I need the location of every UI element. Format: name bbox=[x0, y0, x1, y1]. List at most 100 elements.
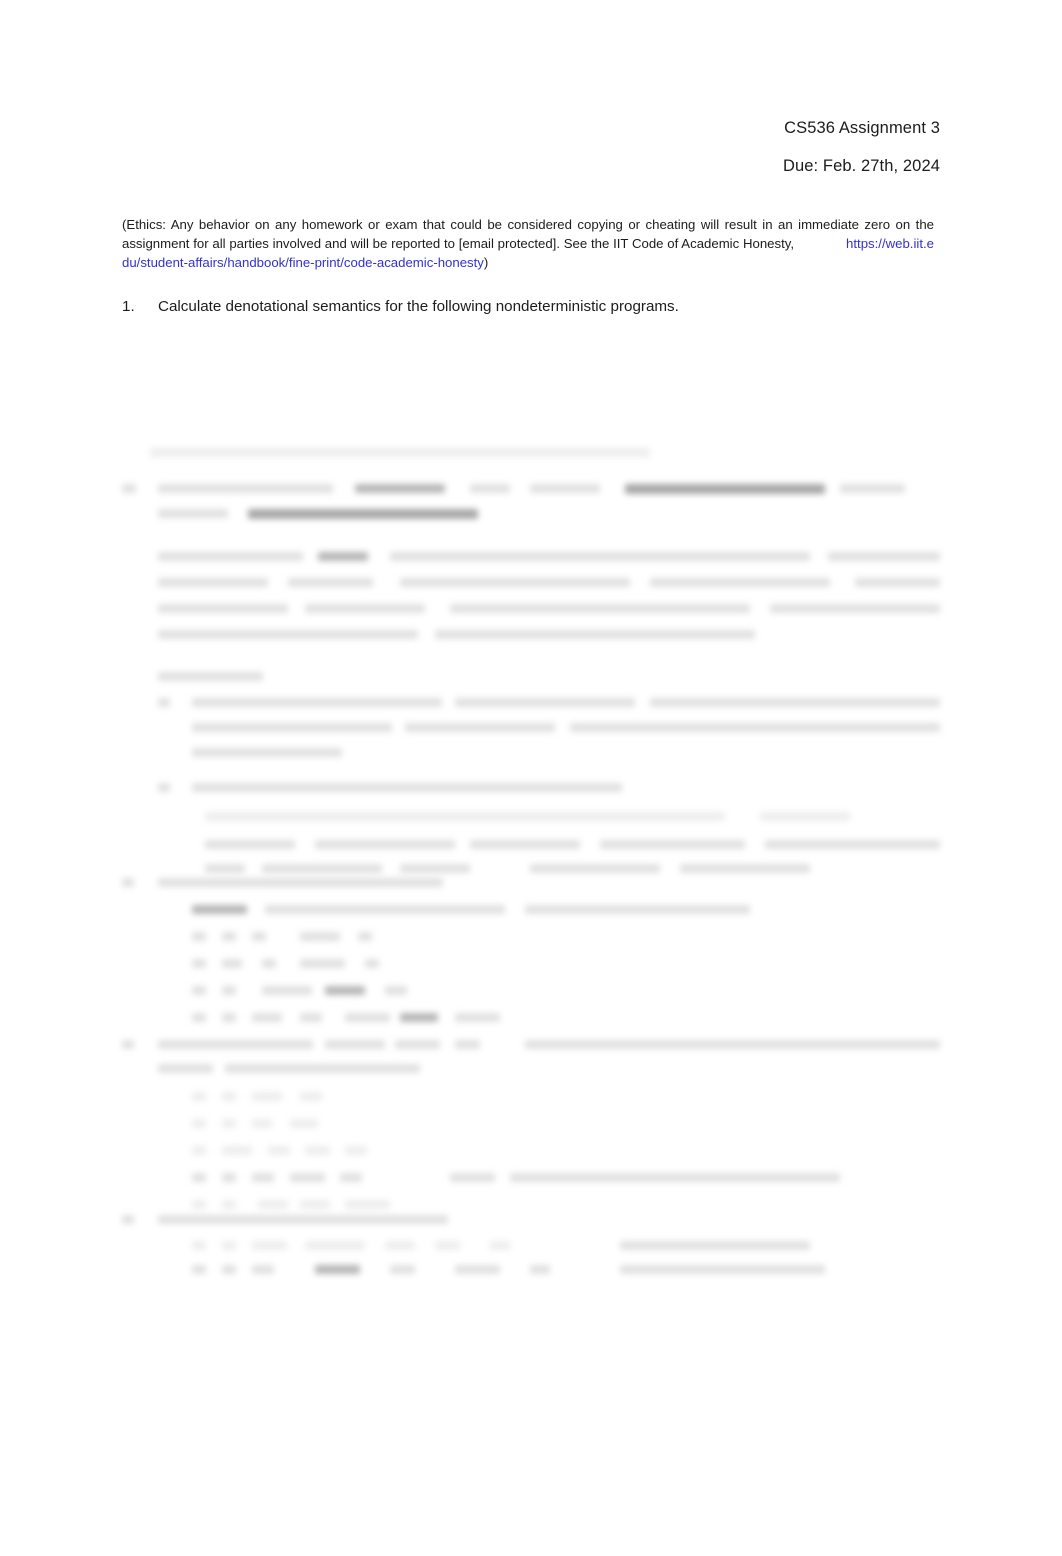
redacted-line bbox=[205, 840, 295, 849]
redacted-line bbox=[600, 840, 745, 849]
redacted-line bbox=[158, 552, 303, 561]
redacted-line bbox=[158, 630, 418, 639]
redacted-line bbox=[258, 1200, 288, 1209]
redacted-line bbox=[122, 1040, 134, 1049]
redacted-line bbox=[192, 783, 622, 792]
redacted-line bbox=[760, 812, 850, 821]
assignment-due-date: Due: Feb. 27th, 2024 bbox=[782, 157, 940, 176]
redacted-line bbox=[222, 1013, 236, 1022]
redacted-line bbox=[828, 552, 940, 561]
redacted-line bbox=[158, 578, 268, 587]
question-item-1: 1. Calculate denotational semantics for t… bbox=[122, 297, 934, 317]
redacted-line bbox=[358, 932, 372, 941]
redacted-line bbox=[435, 1241, 460, 1250]
redacted-content-region bbox=[0, 440, 1062, 1300]
redacted-line bbox=[262, 986, 312, 995]
redacted-line bbox=[192, 932, 206, 941]
redacted-line bbox=[192, 1013, 206, 1022]
redacted-line bbox=[158, 1040, 313, 1049]
redacted-line bbox=[530, 864, 660, 873]
redacted-line bbox=[390, 552, 810, 561]
redacted-line bbox=[222, 1241, 236, 1250]
redacted-line bbox=[345, 1013, 390, 1022]
redacted-line bbox=[192, 698, 442, 707]
redacted-line bbox=[345, 1200, 390, 1209]
redacted-line bbox=[192, 1146, 206, 1155]
redacted-line bbox=[122, 1215, 134, 1224]
redacted-line bbox=[222, 1092, 236, 1101]
redacted-line bbox=[385, 986, 407, 995]
redacted-line bbox=[225, 1064, 420, 1073]
redacted-line bbox=[252, 932, 266, 941]
redacted-line bbox=[158, 672, 263, 681]
redacted-line bbox=[192, 1265, 206, 1274]
redacted-line bbox=[300, 1092, 322, 1101]
redacted-line bbox=[158, 698, 170, 707]
redacted-line bbox=[305, 604, 425, 613]
redacted-line bbox=[252, 1092, 282, 1101]
redacted-line bbox=[290, 1173, 325, 1182]
redacted-line bbox=[192, 748, 342, 757]
redacted-line bbox=[395, 1040, 440, 1049]
redacted-line bbox=[318, 552, 368, 561]
redacted-line bbox=[765, 840, 940, 849]
redacted-line bbox=[400, 578, 630, 587]
redacted-line bbox=[252, 1013, 282, 1022]
redacted-line bbox=[158, 1064, 213, 1073]
redacted-line bbox=[340, 1173, 362, 1182]
redacted-line bbox=[455, 1040, 480, 1049]
redacted-line bbox=[192, 1200, 206, 1209]
redacted-line bbox=[122, 484, 136, 493]
redacted-line bbox=[490, 1241, 510, 1250]
redacted-line bbox=[455, 1013, 500, 1022]
redacted-line bbox=[355, 484, 445, 493]
redacted-line bbox=[158, 509, 228, 518]
redacted-line bbox=[450, 604, 750, 613]
redacted-line bbox=[252, 1241, 287, 1250]
redacted-line bbox=[300, 1200, 330, 1209]
redacted-line bbox=[525, 1040, 940, 1049]
redacted-line bbox=[405, 723, 555, 732]
redacted-line bbox=[840, 484, 905, 493]
redacted-line bbox=[570, 723, 940, 732]
redacted-line bbox=[385, 1241, 415, 1250]
redacted-line bbox=[390, 1265, 415, 1274]
redacted-line bbox=[222, 959, 242, 968]
redacted-line bbox=[400, 1013, 438, 1022]
redacted-line bbox=[455, 698, 635, 707]
redacted-line bbox=[325, 986, 365, 995]
question-1-number: 1. bbox=[122, 298, 135, 315]
redacted-line bbox=[300, 959, 345, 968]
redacted-line bbox=[252, 1265, 274, 1274]
redacted-line bbox=[315, 1265, 360, 1274]
ethics-notice-closing-paren: ) bbox=[483, 254, 489, 270]
redacted-line bbox=[305, 1241, 365, 1250]
redacted-line bbox=[222, 1146, 252, 1155]
redacted-line bbox=[262, 864, 382, 873]
redacted-line bbox=[855, 578, 940, 587]
redacted-line bbox=[268, 1146, 290, 1155]
redacted-line bbox=[192, 1173, 206, 1182]
redacted-line bbox=[252, 1119, 272, 1128]
redacted-line bbox=[288, 578, 373, 587]
redacted-line bbox=[252, 1173, 274, 1182]
ethics-notice-text: (Ethics: Any behavior on any homework or… bbox=[122, 217, 934, 251]
redacted-line bbox=[450, 1173, 495, 1182]
redacted-line bbox=[530, 1265, 550, 1274]
redacted-line bbox=[620, 1265, 825, 1274]
redacted-line bbox=[222, 1200, 236, 1209]
redacted-line bbox=[192, 986, 206, 995]
redacted-line bbox=[300, 932, 340, 941]
redacted-line bbox=[205, 864, 245, 873]
redacted-line bbox=[435, 630, 755, 639]
redacted-line bbox=[525, 905, 750, 914]
redacted-line bbox=[205, 812, 725, 821]
redacted-line bbox=[222, 986, 236, 995]
redacted-line bbox=[650, 578, 830, 587]
question-1-text: Calculate denotational semantics for the… bbox=[158, 298, 679, 315]
redacted-line bbox=[192, 1092, 206, 1101]
redacted-line bbox=[650, 698, 940, 707]
document-header: CS536 Assignment 3 Due: Feb. 27th, 2024 bbox=[122, 118, 940, 176]
redacted-line bbox=[455, 1265, 500, 1274]
redacted-line bbox=[315, 840, 455, 849]
